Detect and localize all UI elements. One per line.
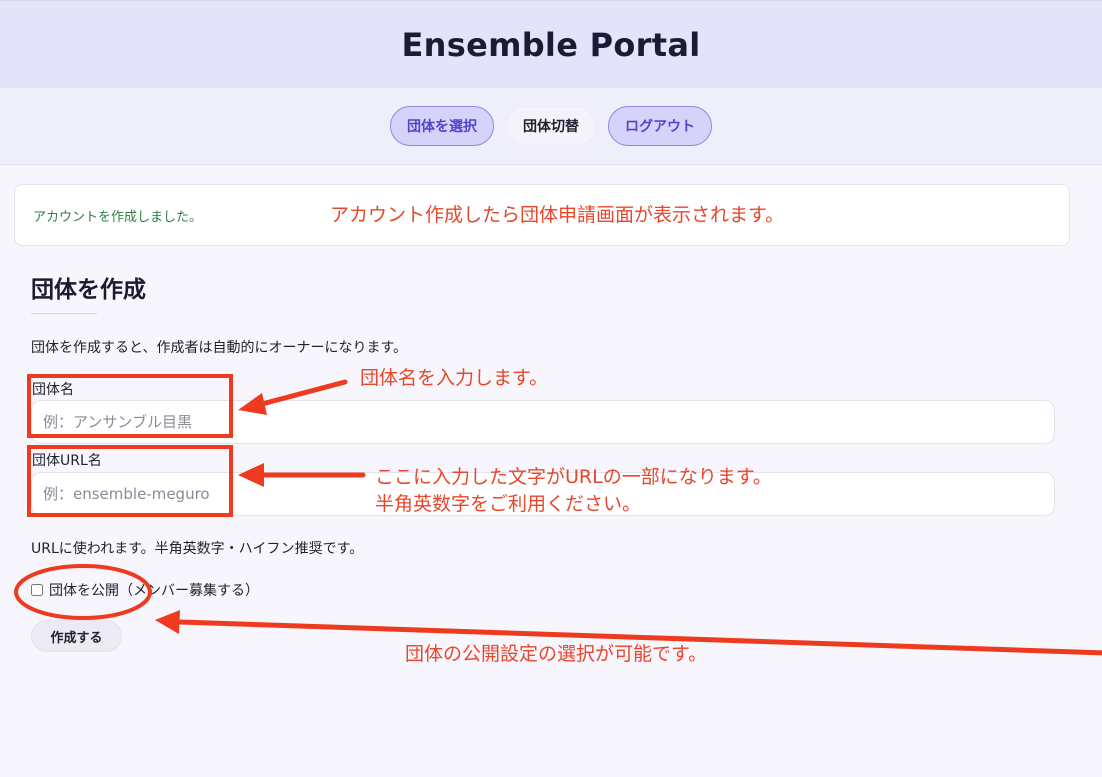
url-help-text: URLに使われます。半角英数字・ハイフン推奨です。 — [31, 541, 364, 557]
form-description: 団体を作成すると、作成者は自動的にオーナーになります。 — [31, 340, 408, 356]
public-checkbox-label: 団体を公開（メンバー募集する） — [49, 583, 259, 599]
annotation-url-line1: ここに入力した文字がURLの一部になります。 — [375, 466, 772, 488]
annotation-name: 団体名を入力します。 — [360, 367, 549, 389]
top-nav: 団体を選択 団体切替 ログアウト — [0, 88, 1102, 165]
notice-message: アカウントを作成しました。 — [33, 210, 203, 225]
annotation-box-name — [27, 374, 233, 438]
annotation-public: 団体の公開設定の選択が可能です。 — [405, 643, 708, 665]
switch-org-button[interactable]: 団体切替 — [506, 106, 596, 146]
public-checkbox[interactable] — [31, 584, 43, 596]
public-option[interactable]: 団体を公開（メンバー募集する） — [31, 580, 259, 600]
title-divider — [31, 313, 97, 314]
page-title: 団体を作成 — [31, 277, 146, 303]
annotation-notice: アカウント作成したら団体申請画面が表示されます。 — [330, 204, 785, 226]
app-title: Ensemble Portal — [401, 25, 701, 64]
create-org-button[interactable]: 作成する — [31, 620, 122, 652]
logout-button[interactable]: ログアウト — [608, 106, 712, 146]
annotation-url-line2: 半角英数字をご利用ください。 — [375, 493, 642, 515]
select-org-button[interactable]: 団体を選択 — [390, 106, 494, 146]
annotation-box-url — [27, 445, 233, 517]
app-header: Ensemble Portal — [0, 0, 1102, 88]
